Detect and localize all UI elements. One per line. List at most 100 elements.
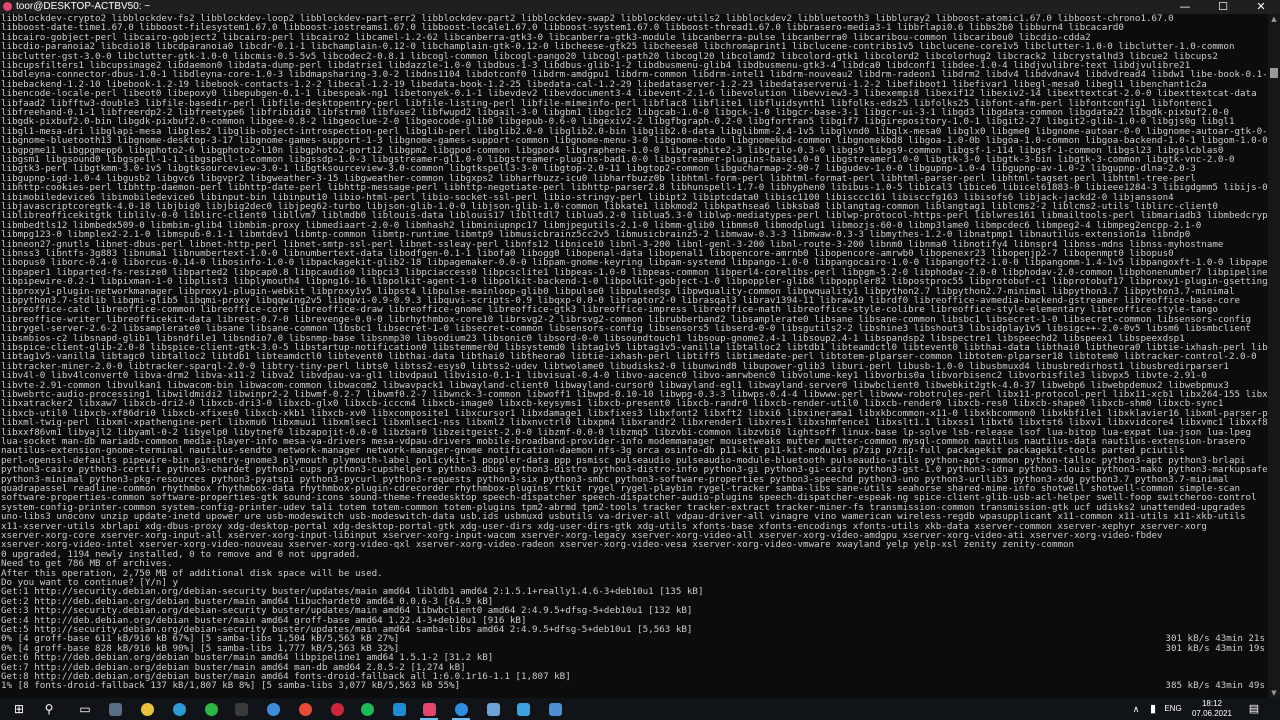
terminal-line: libgnome-bluetooth13 libgnome-desktop-3-… [1, 136, 1268, 146]
terminal-line: libreoffice-calc libreoffice-common libr… [1, 305, 1218, 315]
notifications-icon[interactable]: ▤ [1246, 698, 1262, 720]
terminal-line: libvte-2.91-common libvulkan1 libwacom-b… [1, 380, 1229, 390]
terminal-line: libv4l-0 libv4lconvert0 libva-drm2 libva… [1, 371, 1207, 381]
progress-line: 0% [4 groff-base 611 kB/916 kB 67%] [5 s… [1, 634, 1267, 643]
taskbar-app-6[interactable] [258, 700, 288, 718]
taskbar-app-4[interactable] [196, 700, 226, 718]
scroll-down-arrow-icon[interactable]: ▼ [1268, 688, 1280, 698]
terminal-line: lua-socket man-db mariadb-common media-p… [1, 437, 1246, 447]
terminal-line: librygel-server-2.6-2 libsamplerate0 lib… [1, 324, 1252, 334]
terminal-line: Get:7 http://deb.debian.org/debian buste… [1, 662, 466, 672]
terminal-line: libproxy1-plugin-networkmanager libproxy… [1, 286, 1235, 296]
taskbar-app-2[interactable] [132, 700, 162, 718]
task-view-button[interactable]: ▭ [70, 700, 100, 718]
terminal-line: libopus0 liborc-0.4-0 liborcus-0.14-0 li… [1, 258, 1268, 268]
taskbar-app-3[interactable] [164, 700, 194, 718]
taskbar-app-1[interactable] [100, 700, 130, 718]
terminal-line: libgpgme11 libgpgmepp6 libgphoto2-6 libg… [1, 145, 1224, 155]
vscode-icon [454, 703, 468, 716]
taskbar-app-14[interactable] [508, 700, 538, 718]
taskbar-app-7[interactable] [290, 700, 320, 718]
terminal-line: libxatracker2 libxaw7 libxcb-dri2-0 libx… [1, 399, 1224, 409]
terminal-line: libblockdev-crypto2 libblockdev-fs2 libb… [1, 14, 1174, 24]
terminal-line: libtracker-miner-2.0-0 libtracker-sparql… [1, 361, 1229, 372]
terminal-line: libmbedtls12 libmbedx509-0 libmbim-glib4… [1, 220, 1202, 231]
debian-terminal-icon [422, 703, 436, 716]
close-button[interactable]: ✕ [1242, 0, 1280, 14]
progress-rate-eta: 301 kB/s 43min 19s [1165, 643, 1265, 654]
terminal-line: Get:2 http://deb.debian.org/debian buste… [1, 596, 494, 607]
terminal-line: x11-xserver-utils xbrlapi xdg-dbus-proxy… [1, 521, 1207, 531]
system-clock[interactable]: 18:12 07.06.2021 [1188, 699, 1236, 719]
window-title-bar[interactable]: toor@DESKTOP-ACTBV50: ~ — ☐ ✕ [0, 0, 1280, 14]
terminal-line: Do you want to continue? [Y/n] y [1, 578, 179, 588]
window-title: toor@DESKTOP-ACTBV50: ~ [16, 1, 151, 12]
progress-line: 0% [4 groff-base 828 kB/916 kB 90%] [5 s… [1, 644, 1267, 653]
progress-rate-eta: 385 kB/s 43min 49s [1165, 681, 1265, 691]
terminal-line: libjavascriptcoregtk-4.0-18 libjbig0 lib… [1, 202, 1218, 212]
terminal-line: software-properties-common software-prop… [1, 493, 1257, 503]
terminal-line: 0 upgraded, 1194 newly installed, 0 to r… [1, 549, 361, 560]
terminal-line: libgdk-pixbuf2.0-bin libgdk-pixbuf2.0-co… [1, 117, 1235, 127]
spotify-icon [360, 703, 374, 716]
yandex-icon [298, 703, 312, 716]
scroll-up-arrow-icon[interactable]: ▲ [1268, 14, 1280, 24]
terminal-line: libencode-locale-perl libeot0 libepoxy0 … [1, 89, 1257, 99]
debian-app-icon [3, 2, 12, 11]
terminal-line: After this operation, 2,750 MB of additi… [1, 568, 383, 578]
keyboard-language[interactable]: ENG [1162, 698, 1184, 720]
scrollbar-thumb[interactable] [1270, 68, 1278, 78]
chrome-icon [140, 703, 154, 716]
taskbar-app-8[interactable] [322, 700, 352, 718]
edge-icon [172, 703, 186, 716]
taskbar-app-13[interactable] [478, 700, 508, 718]
minimize-button[interactable]: — [1166, 0, 1204, 14]
clock-time: 18:12 [1201, 699, 1223, 708]
terminal-line: python3-minimal python3-pkg-resources py… [1, 474, 1229, 484]
taskbar-app-10[interactable] [384, 700, 414, 718]
circle-c-icon [266, 703, 280, 716]
terminal-line: libxcb-util0 libxcb-xf86dri0 libxcb-xfix… [1, 408, 1268, 419]
terminal-line: libxxf86vm1 libyajl2 libyaml-0-2 libyelp… [1, 427, 1252, 437]
terminal-line: libfreehand-0.1-1 libfreerdp2-2 libfreet… [1, 108, 1229, 118]
taskbar-app-15[interactable] [540, 700, 570, 718]
taskbar-app-9[interactable] [352, 700, 382, 718]
skype-icon [392, 703, 406, 716]
terminal-line: libclutter-gst-3.0-0 libclutter-gtk-1.0-… [1, 51, 1218, 61]
vertical-scrollbar[interactable]: ▲ ▼ [1268, 14, 1280, 698]
taskbar-app-5[interactable] [226, 700, 256, 718]
terminal-line: libimobiledevice6 libimobiledevice6 libi… [1, 192, 1174, 202]
network-icon[interactable]: ▮ [1146, 698, 1160, 720]
terminal-line: libpaper1 libparted-fs-resize0 libparted… [1, 267, 1268, 278]
start-button[interactable]: ⊞ [4, 700, 34, 718]
task-view-icon: ▭ [79, 702, 91, 716]
terminal-line: nautilus-extension-gnome-terminal nautil… [1, 446, 1185, 456]
terminal-line: system-config-printer-common system-conf… [1, 502, 1246, 513]
terminal-line: Get:6 http://deb.debian.org/debian buste… [1, 653, 494, 663]
terminal-line: Get:4 http://deb.debian.org/debian buste… [1, 615, 527, 625]
taskbar-app-12[interactable] [446, 700, 476, 720]
terminal-line: libnss3 libntfs-3g883 libnuma1 libnumber… [1, 249, 1174, 259]
terminal-line: libmpg123-0 libmplex2-2.1-0 libmspub-0.1… [1, 230, 1191, 240]
notepad-icon [486, 703, 500, 716]
terminal-line: libboost-date-time1.67.0 libboost-filesy… [1, 23, 1124, 33]
tray-overflow-chevron-icon[interactable]: ∧ [1130, 698, 1142, 720]
terminal-line: Get:8 http://deb.debian.org/debian buste… [1, 672, 571, 682]
terminal-line: Need to get 786 MB of archives. [1, 559, 173, 569]
search-button[interactable]: ⚲ [34, 700, 64, 718]
search-icon: ⚲ [44, 702, 54, 716]
console-icon [234, 703, 248, 716]
taskbar: ∧ ▮ ENG 18:12 07.06.2021 ▤ ⊞ ⚲ ▭ [0, 698, 1280, 720]
whatsapp-icon [204, 703, 218, 716]
taskbar-app-11[interactable] [414, 700, 444, 720]
terminal-line: libgl1-mesa-dri libglapi-mesa libgles2 l… [1, 126, 1268, 137]
progress-status: 0% [4 groff-base 611 kB/916 kB 67%] [5 s… [1, 634, 400, 644]
clock-date: 07.06.2021 [1191, 709, 1233, 718]
terminal-output[interactable]: libblockdev-crypto2 libblockdev-fs2 libb… [0, 14, 1268, 698]
terminal-line: libfaad2 libfftw3-double3 libfile-basedi… [1, 98, 1213, 108]
maximize-button[interactable]: ☐ [1204, 0, 1242, 14]
terminal-line: libgtk3-perl libgtkmm-3.0-1v5 libgtksour… [1, 164, 1196, 174]
terminal-line: libcairo-gobject-perl libcairo-gobject2 … [1, 32, 1091, 43]
terminal-line: libdleyna-connector-dbus-1.0-1 libdleyna… [1, 70, 1268, 80]
terminal-line: Get:5 http://security.debian.org/debian-… [1, 625, 693, 635]
